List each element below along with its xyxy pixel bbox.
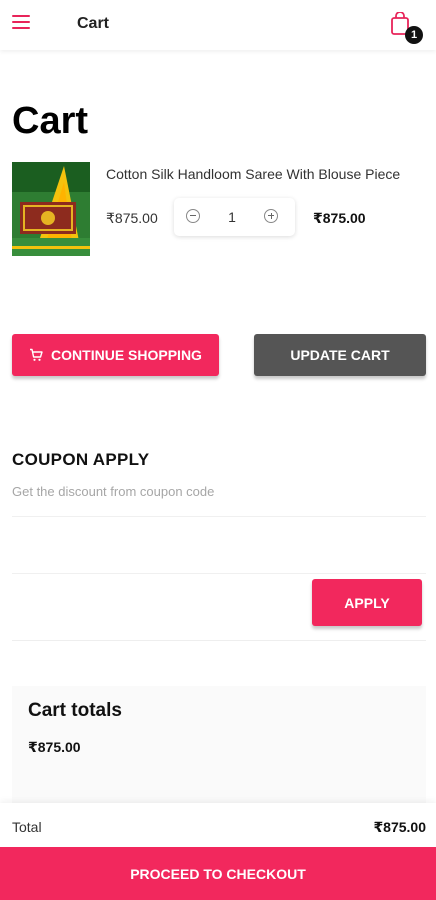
section-divider <box>12 640 426 641</box>
cart-button[interactable]: 1 <box>389 12 429 46</box>
top-app-bar: Cart 1 <box>0 0 436 50</box>
apply-label: APPLY <box>344 594 390 611</box>
total-value: ₹875.00 <box>373 819 426 835</box>
update-cart-label: UPDATE CART <box>290 347 390 363</box>
product-thumbnail[interactable] <box>12 162 90 256</box>
quantity-value[interactable]: 1 <box>222 209 242 225</box>
hamburger-menu-icon[interactable] <box>12 15 30 31</box>
coupon-heading: COUPON APPLY <box>12 450 150 469</box>
proceed-to-checkout-button[interactable]: PROCEED TO CHECKOUT <box>0 847 436 900</box>
cart-count-badge: 1 <box>405 26 423 44</box>
continue-shopping-button[interactable]: CONTINUE SHOPPING <box>12 334 219 376</box>
shopping-cart-icon <box>30 348 43 361</box>
increase-quantity-icon[interactable] <box>264 209 278 223</box>
total-label: Total <box>12 819 42 835</box>
product-name[interactable]: Cotton Silk Handloom Saree With Blouse P… <box>106 166 431 182</box>
cart-totals-title: Cart totals <box>28 700 122 721</box>
coupon-code-input[interactable] <box>12 516 426 574</box>
cart-totals-card: Cart totals ₹875.00 <box>12 686 426 810</box>
update-cart-button[interactable]: UPDATE CART <box>254 334 426 376</box>
decrease-quantity-icon[interactable] <box>186 209 200 223</box>
page-title: Cart <box>12 100 89 142</box>
app-bar-title: Cart <box>77 15 110 32</box>
apply-coupon-button[interactable]: APPLY <box>312 579 422 626</box>
coupon-subtext: Get the discount from coupon code <box>12 484 215 499</box>
continue-shopping-label: CONTINUE SHOPPING <box>51 347 202 363</box>
unit-price: ₹875.00 <box>106 210 158 226</box>
line-total: ₹875.00 <box>313 210 366 226</box>
checkout-label: PROCEED TO CHECKOUT <box>130 865 306 882</box>
total-bar: Total ₹875.00 <box>0 803 436 847</box>
quantity-stepper: 1 <box>174 198 295 236</box>
cart-subtotal-value: ₹875.00 <box>28 739 81 755</box>
